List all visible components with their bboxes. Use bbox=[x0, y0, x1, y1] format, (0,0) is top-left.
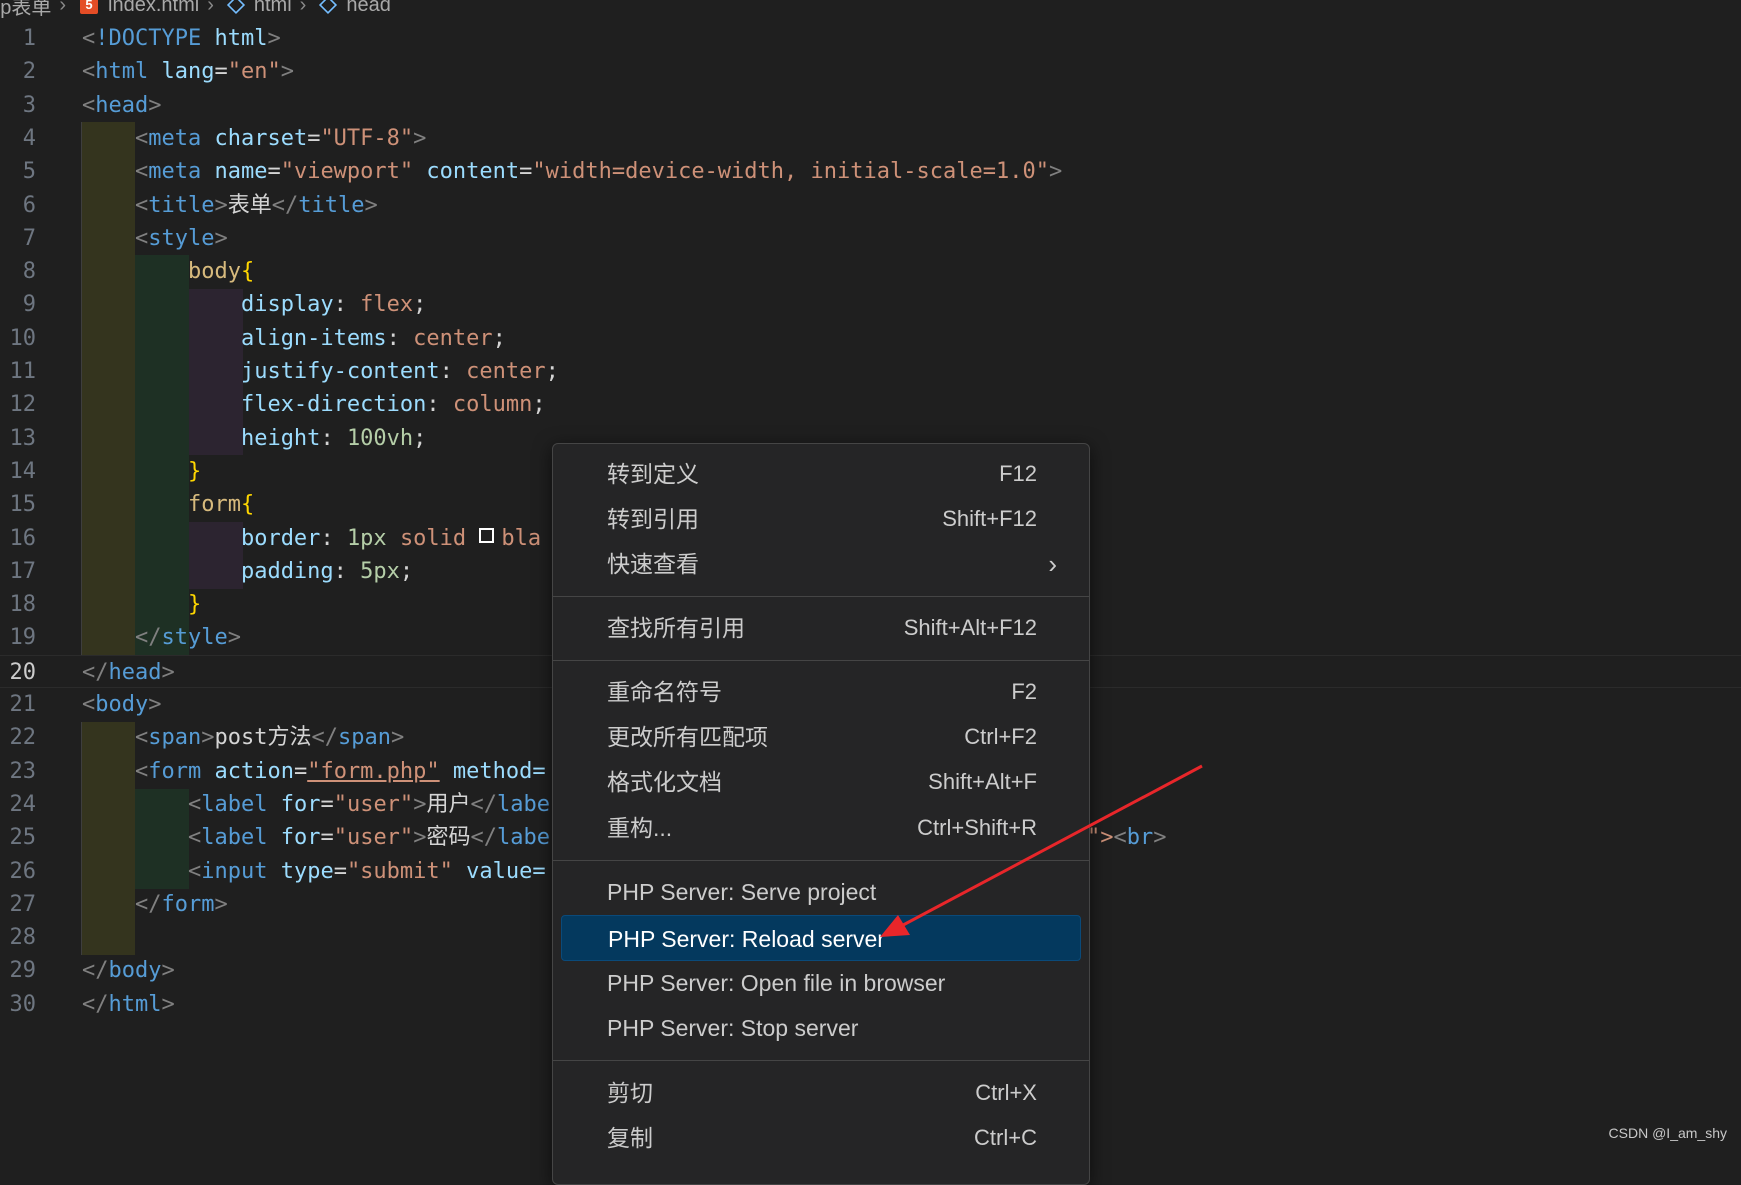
watermark: CSDN @I_am_shy bbox=[1608, 1125, 1727, 1141]
annotation-arrow-icon bbox=[880, 764, 1203, 937]
